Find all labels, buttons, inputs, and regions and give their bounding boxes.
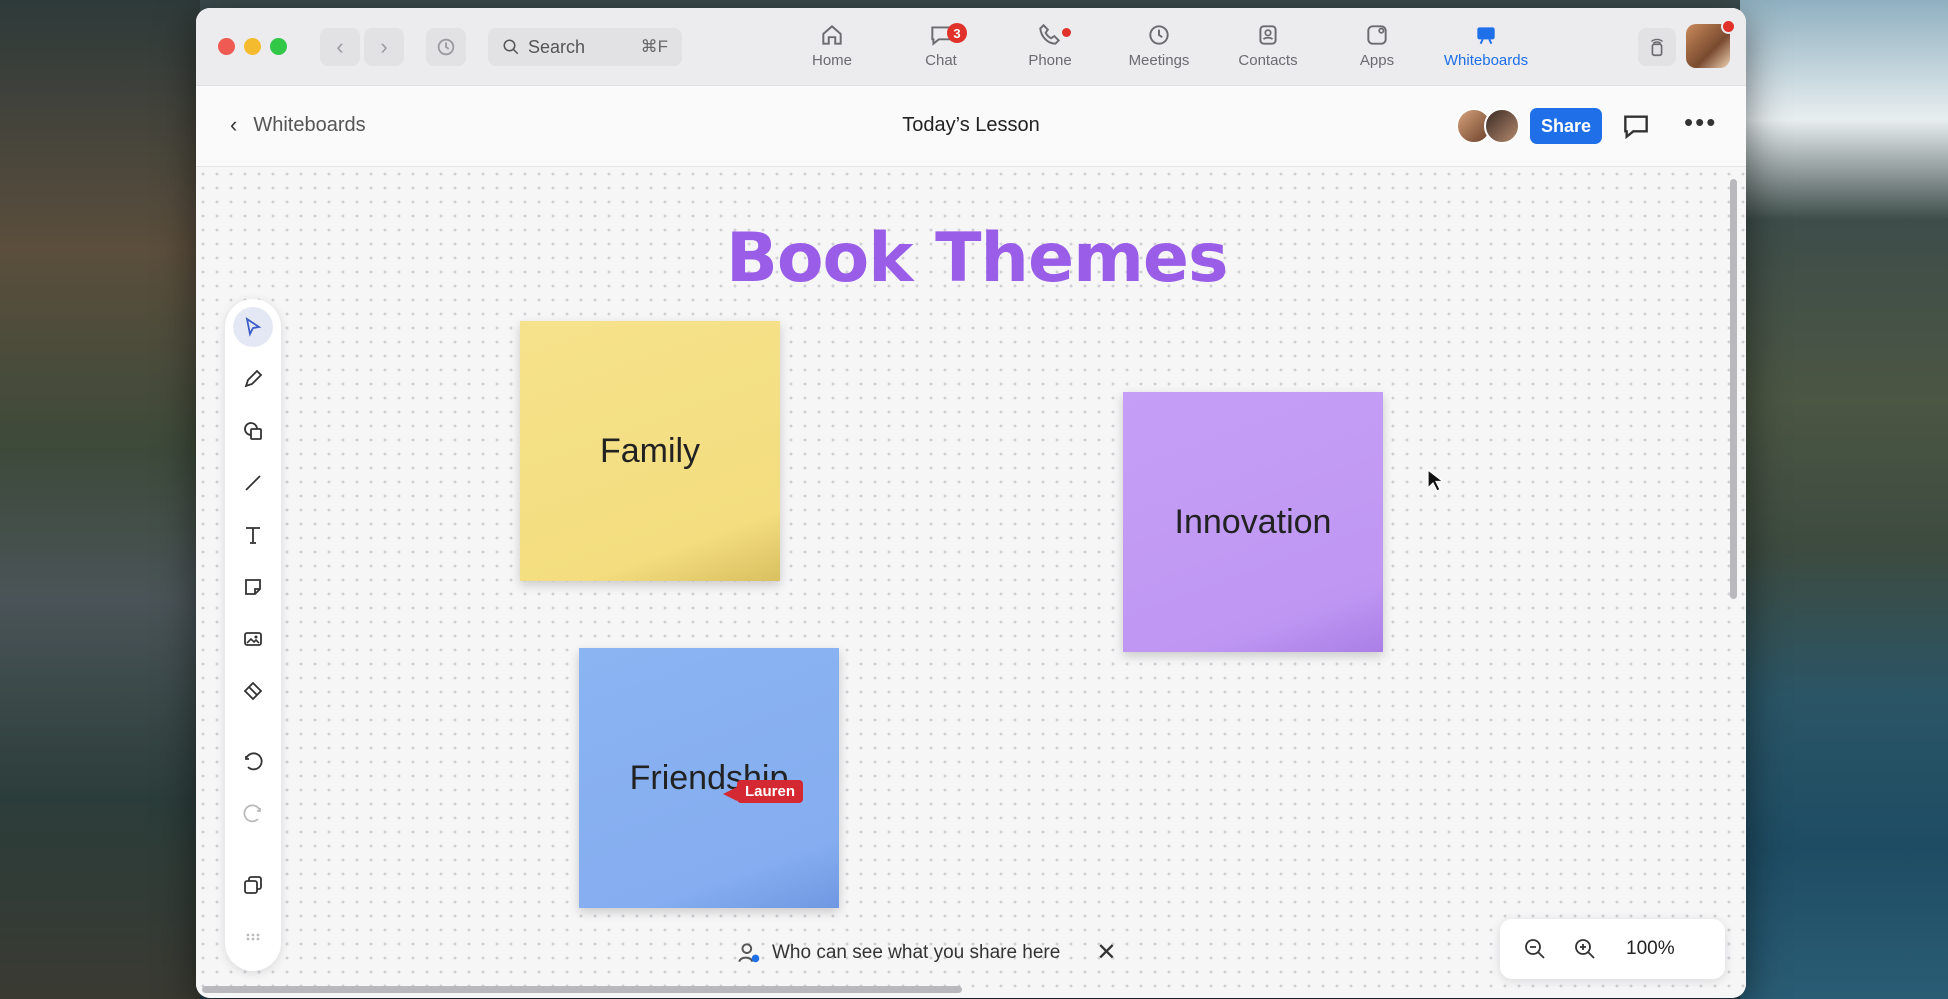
cast-icon [1650,38,1664,57]
zoom-out-button[interactable] [1510,937,1560,961]
tab-contacts[interactable]: Contacts [1218,22,1318,78]
zoom-level[interactable]: 100% [1626,938,1675,960]
wallpaper-right [1740,0,1948,999]
select-tool[interactable] [233,307,273,347]
undo-button[interactable] [233,743,273,783]
app-window: ‹ › Search ⌘F Home 3 Chat Phone Meetings [196,8,1746,998]
user-visibility-icon [738,942,760,962]
phone-icon [1039,23,1061,45]
privacy-notice-text: Who can see what you share here [772,941,1061,963]
sticky-note-family[interactable]: Family [520,321,780,581]
chevron-left-icon: ‹ [336,34,344,59]
undo-icon [245,752,263,771]
tab-label: Apps [1359,52,1395,69]
zoom-out-icon [1525,939,1545,959]
minimize-window-button[interactable] [244,38,261,55]
close-window-button[interactable] [218,38,235,55]
share-button[interactable]: Share [1530,108,1602,144]
back-nav-button[interactable]: ‹ [320,28,360,66]
shapes-icon [244,422,262,440]
pen-icon [244,369,263,388]
apps-icon [1367,25,1387,45]
zoom-in-button[interactable] [1560,937,1610,961]
horizontal-scrollbar[interactable] [202,986,962,993]
tab-label: Chat [925,52,957,69]
sticky-note-innovation[interactable]: Innovation [1123,392,1383,652]
text-icon [246,527,260,544]
pages-button[interactable] [233,865,273,905]
whiteboard-canvas[interactable]: Book Themes Family Innovation Friendship… [196,167,1746,998]
search-input[interactable]: Search ⌘F [488,28,682,66]
mouse-pointer-icon [1427,469,1443,492]
more-icon [246,933,260,941]
image-tool[interactable] [233,619,273,659]
line-icon [245,475,261,491]
contacts-icon [1259,25,1277,45]
close-icon[interactable]: ✕ [1096,938,1116,967]
share-screen-button[interactable] [1638,28,1676,66]
pen-tool[interactable] [233,359,273,399]
collaborator-cursor-label: Lauren [737,780,804,803]
whiteboard-header: ‹ Whiteboards Today’s Lesson Share ••• [196,86,1746,167]
privacy-notice: Who can see what you share here ✕ [736,938,1116,967]
image-icon [244,632,262,646]
tab-label: Whiteboards [1443,52,1529,69]
whiteboard-icon [1477,27,1495,45]
home-icon [822,25,842,45]
search-icon [503,39,519,55]
search-label: Search [528,36,586,57]
collaborator-cursor-pointer [723,787,737,801]
search-shortcut: ⌘F [640,37,668,56]
zoom-window-button[interactable] [270,38,287,55]
redo-icon [243,804,261,823]
history-icon [437,38,455,56]
tab-label: Meetings [1128,52,1190,69]
tab-label: Contacts [1238,52,1298,69]
drawing-toolbar [225,299,281,971]
text-tool[interactable] [233,515,273,555]
chevron-right-icon: › [380,34,388,59]
toolbar-drag-handle[interactable] [233,917,273,957]
profile-avatar[interactable] [1686,19,1736,68]
tab-home[interactable]: Home [782,22,882,78]
redo-button[interactable] [233,795,273,835]
board-title[interactable]: Book Themes [726,219,1229,298]
tab-label: Home [811,52,852,69]
tab-apps[interactable]: Apps [1327,22,1427,78]
tab-whiteboards[interactable]: Whiteboards [1436,22,1536,78]
select-icon [245,317,262,337]
clock-icon [1149,25,1169,45]
tab-meetings[interactable]: Meetings [1109,22,1209,78]
zoom-in-icon [1575,939,1595,959]
line-tool[interactable] [233,463,273,503]
sticky-note-friendship[interactable]: Friendship [579,648,839,908]
tab-chat[interactable]: 3 Chat [891,22,991,78]
title-bar: ‹ › Search ⌘F Home 3 Chat Phone Meetings [196,8,1746,86]
zoom-control: 100% [1500,919,1725,979]
shapes-tool[interactable] [233,411,273,451]
vertical-scrollbar[interactable] [1730,179,1737,599]
tab-phone[interactable]: Phone [1000,22,1100,78]
tab-label: Phone [1028,52,1072,69]
chat-unread-badge: 3 [947,23,967,43]
collaborator-avatar[interactable] [1484,108,1520,144]
eraser-tool[interactable] [233,671,273,711]
wallpaper-left [0,0,200,999]
pages-icon [244,876,262,894]
sticky-note-icon [245,579,261,595]
forward-nav-button[interactable]: › [364,28,404,66]
eraser-icon [243,681,263,701]
sticky-note-tool[interactable] [233,567,273,607]
comment-icon[interactable] [1620,110,1652,142]
history-button[interactable] [426,28,466,66]
phone-alert-dot [1062,28,1071,37]
more-options-icon[interactable]: ••• [1684,109,1717,135]
